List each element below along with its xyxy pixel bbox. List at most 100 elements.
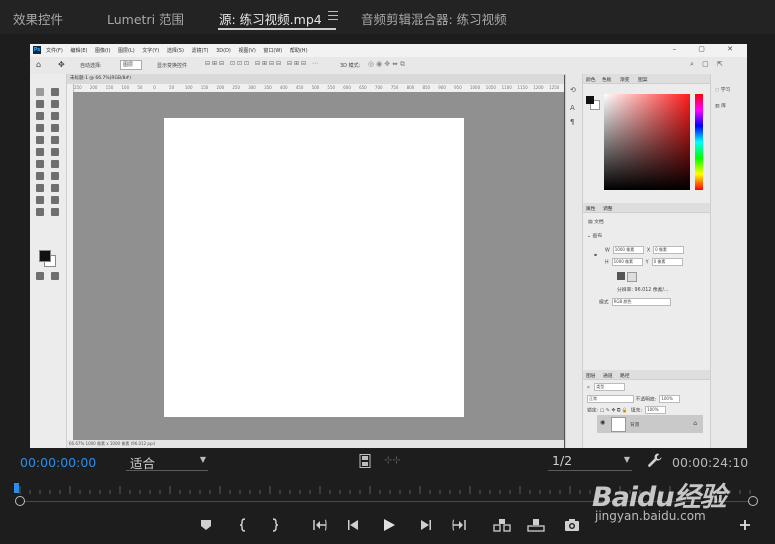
mark-in-button[interactable] — [234, 517, 252, 533]
zoom-fit-dropdown[interactable]: 适合 ▼ — [126, 453, 208, 471]
export-frame-button[interactable] — [563, 517, 581, 533]
history-icon: ⟲ — [570, 86, 576, 94]
ruler-number: 200 — [216, 85, 225, 90]
go-to-in-icon — [313, 519, 327, 531]
ps-blend-row: 正常 不透明度: 100% — [587, 395, 681, 403]
ps-menu-item: 图像(I) — [95, 48, 111, 54]
ps-layer-row: ◉ 背景 ⌂ — [597, 415, 703, 433]
ps-menu-item: 窗口(W) — [263, 48, 283, 54]
ps-mini-fg-swatch — [586, 96, 594, 104]
ruler-number: 700 — [374, 85, 383, 90]
ps-properties-panel-tabs: 属性 调整 — [583, 203, 711, 213]
ruler-number: 250 — [232, 85, 241, 90]
ps-panel-tab: 调整 — [603, 206, 613, 212]
active-tab-indicator — [218, 28, 336, 30]
crop-tool-icon — [36, 112, 44, 120]
play-icon — [384, 519, 395, 531]
layer-thumbnail — [611, 417, 626, 432]
drag-handle-icon: ⊹⊹ — [384, 455, 401, 466]
tab-audio-clip-mixer[interactable]: 音频剪辑混合器: 练习视频 — [361, 9, 507, 28]
ruler-number: 1250 — [549, 85, 560, 90]
ruler-number: 0 — [153, 85, 156, 90]
ruler-number: 1000 — [469, 85, 481, 90]
ps-panel-tab: 通道 — [603, 373, 613, 379]
source-monitor-video-frame[interactable]: Ps 文件(F) 编辑(E) 图像(I) 图层(L) 文字(Y) 选择(S) 滤… — [30, 44, 747, 448]
overwrite-button[interactable] — [527, 517, 545, 533]
ruler-number: 500 — [311, 85, 320, 90]
ps-menu-bar: Ps 文件(F) 编辑(E) 图像(I) 图层(L) 文字(Y) 选择(S) 滤… — [30, 44, 747, 57]
tab-source-monitor[interactable]: 源: 练习视频.mp4 — [219, 9, 322, 28]
ruler-number: 450 — [295, 85, 304, 90]
move-tool-icon: ✥ — [58, 60, 65, 69]
zoom-scroll-handle-right[interactable] — [748, 496, 758, 506]
step-back-button[interactable] — [345, 517, 363, 533]
zoom-tool-icon — [36, 208, 44, 216]
ruler-number: 50 — [137, 85, 143, 90]
ps-panel-icon-strip: ⟲ A ¶ — [565, 74, 583, 448]
align-icons: ⊟⊞⊟ ⊡⊡⊡ ⊟⊞⊟⊟ ⊟⊞⊟ ⋯ — [205, 60, 320, 67]
ruler-number: 100 — [184, 85, 193, 90]
3d-tool-icons: ◎◉✥⬌⧉ — [368, 60, 407, 68]
ps-right-icon-strip: ◌ 学习 ▥ 库 — [710, 74, 747, 448]
playback-resolution-dropdown[interactable]: 1/2 ▼ — [548, 453, 632, 471]
ps-mode-row: 模式 RGB 颜色 — [599, 298, 671, 306]
go-to-out-button[interactable] — [450, 517, 468, 533]
button-editor-button[interactable] — [737, 517, 755, 533]
ruler-number: 100 — [121, 85, 130, 90]
pen-tool-icon — [51, 172, 59, 180]
ps-canvas-area — [73, 92, 564, 440]
ps-menu-item: 3D(D) — [216, 48, 231, 54]
ps-menu-item: 文字(Y) — [142, 48, 160, 54]
shape-tool-icon — [36, 196, 44, 204]
ps-menu-item: 文件(F) — [46, 48, 63, 54]
stamp-tool-icon — [51, 136, 59, 144]
add-marker-button[interactable] — [197, 517, 215, 533]
character-icon: A — [570, 104, 575, 112]
search-icon: ⌕ ▢ ⇱ — [690, 60, 726, 68]
path-select-tool-icon — [51, 184, 59, 192]
ps-window-controls-icon: – ▢ ✕ — [672, 45, 743, 53]
settings-wrench-icon[interactable] — [647, 452, 663, 468]
tab-effects-controls[interactable]: 效果控件 — [13, 9, 63, 28]
hamburger-menu-icon[interactable] — [328, 11, 338, 23]
insert-button[interactable] — [493, 517, 511, 533]
ruler-number: 150 — [105, 85, 114, 90]
ps-panel-tab: 图案 — [638, 77, 648, 83]
marker-icon — [201, 520, 211, 530]
ps-color-picker-field — [604, 94, 690, 190]
quick-mask-icon — [36, 272, 44, 280]
ps-lock-row: 锁定: ▢ ✎ ✥ ⧉ 🔒 填充: 100% — [587, 406, 667, 414]
history-brush-tool-icon — [36, 148, 44, 156]
orientation-landscape-icon — [627, 272, 637, 282]
go-to-in-button[interactable] — [311, 517, 329, 533]
ruler-number: 650 — [359, 85, 367, 90]
ruler-number: 750 — [390, 85, 399, 90]
tab-lumetri-scopes[interactable]: Lumetri 范围 — [107, 9, 184, 28]
zoom-scroll-handle-left[interactable] — [15, 496, 25, 506]
mark-out-button[interactable] — [266, 517, 284, 533]
ps-menu-item: 编辑(E) — [70, 48, 88, 54]
ps-width-row: W 1000 像素 X0 像素 — [605, 246, 685, 254]
dodge-tool-icon — [36, 172, 44, 180]
ps-options-bar: ⌂ ✥ 自动选择: 图层 显示变换控件 ⊟⊞⊟ ⊡⊡⊡ ⊟⊞⊟⊟ ⊟⊞⊟ ⋯ 3… — [30, 57, 747, 75]
gradient-tool-icon — [36, 160, 44, 168]
screen-mode-icon — [51, 272, 59, 280]
duration-timecode: 00:00:24:10 — [672, 455, 749, 470]
mark-out-icon — [272, 518, 279, 532]
playhead-marker[interactable] — [14, 483, 19, 493]
quick-select-tool-icon — [51, 100, 59, 108]
ps-resolution: 分辨率: 96.012 像素/... — [617, 288, 669, 293]
ruler-number: 550 — [327, 85, 336, 90]
step-forward-button[interactable] — [416, 517, 434, 533]
ps-auto-select-label: 自动选择: — [80, 63, 102, 69]
hand-tool-icon — [51, 196, 59, 204]
chevron-down-icon: ▼ — [199, 455, 206, 464]
lasso-tool-icon — [36, 100, 44, 108]
export-frame-icon[interactable] — [359, 454, 371, 468]
current-timecode[interactable]: 00:00:00:00 — [20, 455, 96, 470]
plus-icon — [740, 520, 750, 530]
step-forward-icon — [421, 520, 431, 530]
ruler-number: 800 — [406, 85, 415, 90]
ps-hue-slider — [695, 94, 703, 190]
play-button[interactable] — [380, 517, 398, 533]
